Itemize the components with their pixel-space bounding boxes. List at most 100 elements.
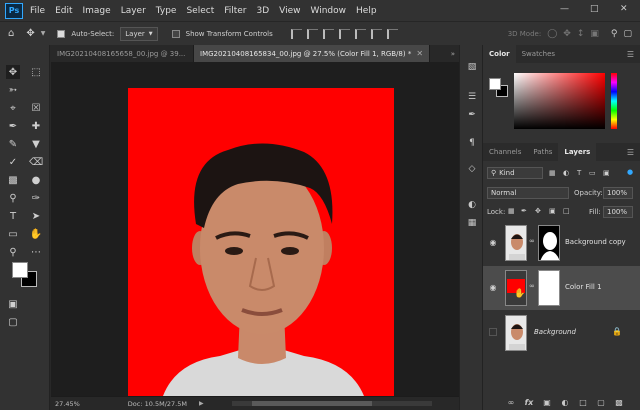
chain-link-icon[interactable]: ∞ — [529, 237, 535, 245]
menu-3d[interactable]: 3D — [257, 6, 270, 16]
menu-window[interactable]: Window — [311, 6, 347, 16]
panel-menu-icon[interactable]: ☰ — [627, 45, 640, 63]
adjustments-panel-icon[interactable]: ◐ — [466, 199, 478, 211]
align-right-icon[interactable] — [322, 28, 334, 39]
tab-channels[interactable]: Channels — [483, 143, 527, 161]
folder-icon[interactable]: □ — [577, 397, 589, 408]
history-brush-tool-icon[interactable]: ✓ — [6, 155, 20, 169]
lock-paint-icon[interactable]: ✒ — [521, 207, 527, 215]
tab-overflow-icon[interactable]: » — [451, 45, 455, 62]
blend-mode-dropdown[interactable]: Normal — [487, 187, 569, 199]
home-icon[interactable]: ⌂ — [8, 28, 14, 39]
quick-mask-icon[interactable]: ▣ — [6, 297, 20, 311]
paragraph-panel-icon[interactable]: ¶ — [466, 137, 478, 149]
layer-mask-thumbnail[interactable] — [538, 225, 560, 261]
dodge-tool-icon[interactable]: ⚲ — [6, 191, 20, 205]
3d-slide-icon[interactable]: ↕ — [577, 29, 585, 39]
hue-slider[interactable] — [611, 73, 617, 129]
zoom-level[interactable]: 27.45% — [55, 400, 80, 408]
menu-layer[interactable]: Layer — [121, 6, 146, 16]
foreground-color-swatch[interactable] — [12, 262, 28, 278]
trash-icon[interactable]: ▩ — [613, 397, 625, 408]
lasso-tool-icon[interactable]: ➳ — [6, 83, 20, 97]
move-tool-icon[interactable]: ✥ — [26, 28, 34, 39]
canvas-area[interactable] — [51, 62, 459, 396]
fill-input[interactable]: 100% — [603, 206, 633, 218]
doc-size[interactable]: Doc: 10.5M/27.5M — [128, 400, 187, 408]
close-tab-icon[interactable]: ✕ — [416, 49, 423, 58]
eraser-tool-icon[interactable]: ⌫ — [29, 155, 43, 169]
doc-tab-2[interactable]: IMG20210408165834_00.jpg @ 27.5% (Color … — [194, 45, 431, 62]
eye-visibility-icon[interactable]: ◉ — [488, 237, 498, 247]
show-transform-checkbox[interactable] — [171, 29, 180, 38]
mask-icon[interactable]: ▣ — [541, 397, 553, 408]
adjustment-icon[interactable]: ◐ — [559, 397, 571, 408]
lock-artboard-icon[interactable]: ▣ — [549, 207, 556, 215]
chain-link-icon[interactable]: ∞ — [529, 282, 535, 290]
blur-tool-icon[interactable]: ● — [29, 173, 43, 187]
scrollbar-thumb[interactable] — [251, 401, 372, 406]
marquee-tool-icon[interactable]: ⬚ — [29, 65, 43, 79]
distribute-icon[interactable] — [386, 28, 398, 39]
menu-image[interactable]: Image — [83, 6, 111, 16]
opacity-input[interactable]: 100% — [603, 187, 633, 199]
close-icon[interactable]: ✕ — [620, 4, 628, 14]
align-left-icon[interactable] — [290, 28, 302, 39]
filter-toggle-icon[interactable]: ● — [627, 168, 633, 176]
3d-scale-icon[interactable]: ▣ — [590, 29, 599, 39]
menu-view[interactable]: View — [279, 6, 300, 16]
3d-pan-icon[interactable]: ✥ — [563, 29, 571, 39]
eye-hidden-box[interactable] — [489, 328, 497, 336]
document-canvas-red-background[interactable] — [128, 88, 394, 396]
hand-tool-icon[interactable]: ✋ — [29, 227, 43, 241]
horizontal-scrollbar[interactable] — [231, 401, 432, 406]
history-panel-icon[interactable]: ▧ — [466, 61, 478, 73]
maximize-icon[interactable]: □ — [590, 4, 599, 14]
menu-filter[interactable]: Filter — [224, 6, 246, 16]
menu-file[interactable]: File — [30, 6, 45, 16]
align-center-icon[interactable] — [306, 28, 318, 39]
lock-pixels-icon[interactable]: ▦ — [508, 207, 515, 215]
shape-tool-icon[interactable]: ▭ — [6, 227, 20, 241]
filter-shape-icon[interactable]: ▭ — [589, 169, 596, 177]
gradient-tool-icon[interactable]: ▩ — [6, 173, 20, 187]
tab-layers[interactable]: Layers — [558, 143, 597, 161]
auto-select-checkbox[interactable] — [57, 29, 66, 38]
layer-name[interactable]: Background copy — [565, 238, 626, 246]
menu-edit[interactable]: Edit — [55, 6, 72, 16]
menu-help[interactable]: Help — [356, 6, 377, 16]
layer-row-color-fill[interactable]: ◉ ✋ ∞ Color Fill 1 — [483, 266, 640, 310]
zoom-tool-icon[interactable]: ⚲ — [6, 245, 20, 259]
layers-panel-menu-icon[interactable]: ☰ — [627, 143, 640, 161]
auto-select-target-dropdown[interactable]: Layer ▼ — [120, 26, 158, 41]
3d-orbit-icon[interactable]: ◯ — [547, 29, 557, 39]
status-menu-icon[interactable]: ▶ — [199, 400, 204, 407]
brush-panel-icon[interactable]: ✒ — [466, 109, 478, 121]
properties-panel-icon[interactable]: ☰ — [466, 91, 478, 103]
doc-tab-1[interactable]: IMG20210408165658_00.jpg @ 39... — [51, 45, 194, 62]
eye-visibility-icon[interactable]: ◉ — [488, 282, 498, 292]
screen-mode-icon[interactable]: ▢ — [6, 315, 20, 329]
layer-filter-kind-dropdown[interactable]: ⚲ Kind — [487, 167, 543, 179]
menu-select[interactable]: Select — [186, 6, 214, 16]
layer-name[interactable]: Color Fill 1 — [565, 283, 602, 291]
menu-type[interactable]: Type — [156, 6, 177, 16]
tab-color[interactable]: Color — [483, 45, 516, 63]
type-tool-icon[interactable]: T — [6, 209, 20, 223]
eyedropper-tool-icon[interactable]: ✒ — [6, 119, 20, 133]
tab-swatches[interactable]: Swatches — [516, 45, 561, 63]
pen-tool-icon[interactable]: ✑ — [29, 191, 43, 205]
path-select-tool-icon[interactable]: ➤ — [29, 209, 43, 223]
workspace-icon[interactable]: ▢ — [623, 29, 632, 39]
lock-icon[interactable]: 🔒 — [612, 326, 622, 336]
healing-tool-icon[interactable]: ✚ — [29, 119, 43, 133]
lock-all-icon[interactable]: □ — [563, 207, 570, 215]
layer-row-background-copy[interactable]: ◉ ∞ Background copy — [483, 221, 640, 265]
dropdown-chevron-icon[interactable]: ▼ — [41, 30, 46, 37]
panel-foreground-color-swatch[interactable] — [489, 78, 501, 90]
fx-icon[interactable]: fx — [523, 397, 535, 408]
move-tool-icon[interactable]: ✥ — [6, 65, 20, 79]
color-spectrum-picker[interactable] — [514, 73, 605, 129]
link-icon[interactable]: ∞ — [505, 397, 517, 408]
lock-position-icon[interactable]: ✥ — [535, 207, 541, 215]
